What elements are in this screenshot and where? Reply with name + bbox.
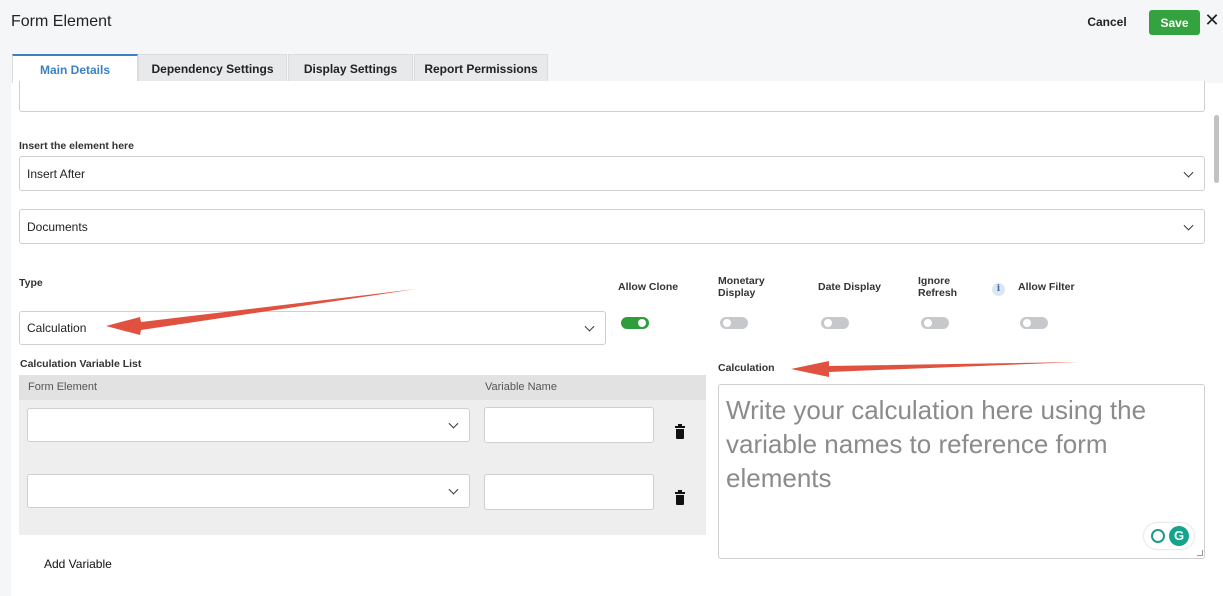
variable-name-input[interactable] [484,407,654,443]
calculation-label: Calculation [718,362,775,374]
form-element-select[interactable] [27,408,470,442]
variable-name-input[interactable] [484,474,654,510]
add-variable-button[interactable]: Add Variable [44,557,112,571]
resize-handle[interactable] [1197,550,1203,556]
variable-list-label: Calculation Variable List [20,358,142,370]
tab-main-details[interactable]: Main Details [12,54,138,83]
allow-clone-label: Allow Clone [618,281,679,293]
date-display-toggle[interactable] [821,317,849,329]
lightbulb-icon [1151,529,1165,543]
dialog-header: Form Element Cancel Save ✕ [0,0,1223,48]
chevron-down-icon [584,321,595,332]
close-icon[interactable]: ✕ [1203,9,1221,31]
allow-filter-label: Allow Filter [1018,281,1075,293]
allow-clone-toggle[interactable] [621,317,649,329]
date-display-label: Date Display [818,281,882,293]
main-details-panel: Insert the element here Insert After Doc… [11,81,1223,596]
tab-dependency-settings[interactable]: Dependency Settings [138,54,287,83]
insert-position-select[interactable]: Insert After [19,156,1205,191]
save-button[interactable]: Save [1149,10,1200,35]
toggle-knob [824,319,832,327]
reference-element-value: Documents [27,219,88,234]
scrollbar-thumb[interactable] [1214,115,1219,183]
info-icon[interactable]: i [992,283,1005,296]
form-element-select[interactable] [27,474,470,508]
insert-element-label: Insert the element here [19,140,134,152]
ignore-refresh-label: Ignore Refresh [918,275,958,299]
monetary-display-toggle[interactable] [720,317,748,329]
annotation-arrow [791,361,1079,377]
col-form-element: Form Element [28,381,98,393]
dialog-title: Form Element [11,13,112,30]
monetary-display-label: Monetary Display [718,275,765,299]
allow-filter-toggle[interactable] [1020,317,1048,329]
variable-table-header: Form Element Variable Name [19,375,706,400]
toggle-knob [723,319,731,327]
col-variable-name: Variable Name [485,381,557,393]
chevron-down-icon [448,418,459,429]
reference-element-select[interactable]: Documents [19,209,1205,244]
grammarly-icon: G [1169,526,1189,546]
insert-position-value: Insert After [27,166,86,181]
chevron-down-icon [448,484,459,495]
chevron-down-icon [1183,167,1194,178]
toggle-knob [638,319,646,327]
calculation-textarea[interactable] [718,384,1205,559]
chevron-down-icon [1183,220,1194,231]
variable-table: Form Element Variable Name [19,375,706,535]
type-select[interactable]: Calculation [19,311,606,345]
scrolled-text-field[interactable] [19,81,1205,112]
type-label: Type [19,277,43,289]
toggle-knob [924,319,932,327]
ignore-refresh-toggle[interactable] [921,317,949,329]
type-value: Calculation [27,321,87,335]
trash-icon[interactable] [675,490,685,505]
toggle-knob [1023,319,1031,327]
tab-report-permissions[interactable]: Report Permissions [414,54,548,83]
grammarly-widget[interactable]: G [1144,523,1194,549]
trash-icon[interactable] [675,424,685,439]
form-element-dialog: Form Element Cancel Save ✕ Main Details … [0,0,1223,596]
cancel-button[interactable]: Cancel [1078,10,1136,34]
tab-display-settings[interactable]: Display Settings [288,54,413,83]
